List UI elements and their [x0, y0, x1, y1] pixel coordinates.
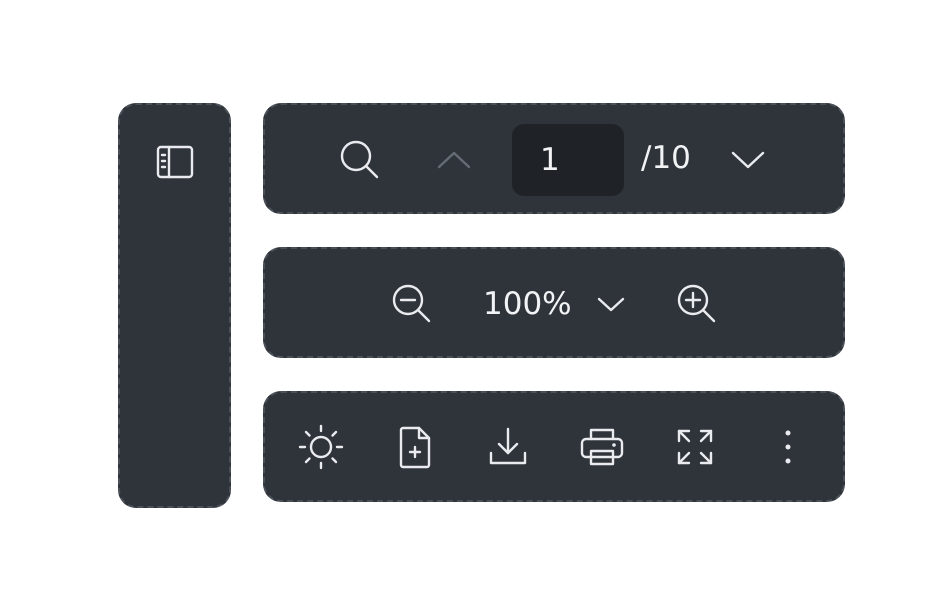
search-button[interactable]: [335, 135, 385, 185]
sidebar-toggle-icon: [156, 145, 194, 179]
page-navigation-toolbar: /10: [263, 103, 845, 214]
brightness-icon: [298, 424, 344, 470]
zoom-toolbar: 100%: [263, 247, 845, 358]
zoom-out-button[interactable]: [387, 279, 437, 329]
download-icon: [489, 427, 527, 465]
print-icon: [580, 428, 624, 466]
fullscreen-button[interactable]: [670, 422, 720, 472]
page-number-input[interactable]: [512, 124, 624, 196]
add-document-icon: [399, 426, 431, 469]
brightness-button[interactable]: [296, 422, 346, 472]
fullscreen-icon: [677, 429, 713, 465]
add-document-button[interactable]: [390, 422, 440, 472]
page-total-label: /10: [641, 140, 691, 176]
sidebar-toggle-button[interactable]: [150, 140, 200, 184]
zoom-in-icon: [677, 284, 716, 323]
download-button[interactable]: [483, 422, 533, 472]
chevron-up-icon: [437, 151, 471, 169]
document-tools-toolbar: [263, 391, 845, 502]
print-button[interactable]: [576, 422, 628, 472]
chevron-down-icon: [731, 151, 765, 169]
next-page-button[interactable]: [723, 135, 773, 185]
more-vertical-icon: [785, 430, 791, 464]
previous-page-button[interactable]: [429, 135, 479, 185]
search-icon: [340, 140, 379, 179]
zoom-level-dropdown[interactable]: 100%: [475, 279, 635, 329]
zoom-out-icon: [392, 284, 431, 323]
more-options-button[interactable]: [763, 422, 813, 472]
sidebar-panel: [118, 103, 231, 508]
zoom-in-button[interactable]: [672, 279, 722, 329]
zoom-level-value: 100%: [483, 285, 572, 322]
chevron-down-icon: [597, 297, 624, 312]
